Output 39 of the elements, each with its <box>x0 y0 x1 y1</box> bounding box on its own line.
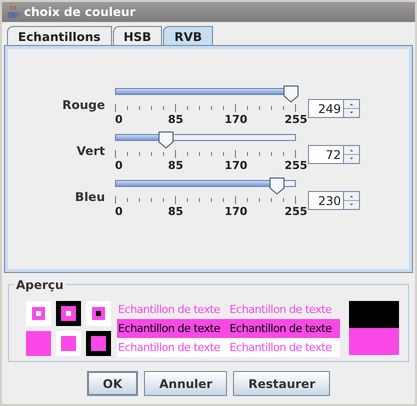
spinner[interactable] <box>344 145 360 164</box>
sample-text: Echantillon de texte <box>117 318 228 338</box>
tick-label: 255 <box>284 158 308 174</box>
tick-label: 170 <box>224 204 248 220</box>
tick-label: 0 <box>115 204 123 220</box>
dialog-button[interactable]: Restaurer <box>233 371 330 396</box>
channel-label: Vert <box>76 143 105 160</box>
tick-label: 85 <box>168 204 184 220</box>
slider-thumb[interactable] <box>158 131 174 149</box>
sample-text: Echantillon de texte <box>117 302 222 318</box>
tab[interactable]: Echantillons <box>7 26 112 46</box>
tick-label: 255 <box>284 204 308 220</box>
sample-text: Echantillon de texte <box>228 302 333 318</box>
spinner[interactable] <box>344 191 360 210</box>
slider-thumb[interactable] <box>269 177 286 195</box>
tick-label: 0 <box>115 112 123 128</box>
value-field[interactable]: 230 <box>308 191 344 210</box>
tab[interactable]: RVB <box>163 26 214 46</box>
tick-label: 85 <box>168 158 184 174</box>
tick-label: 255 <box>284 112 308 128</box>
slider-thumb[interactable] <box>282 85 299 103</box>
window-title: choix de couleur <box>24 4 136 21</box>
value-field[interactable]: 249 <box>308 99 344 118</box>
tick-label: 170 <box>224 158 248 174</box>
tick-label: 85 <box>168 112 184 128</box>
color-compare-drawing <box>349 301 399 355</box>
channel-label: Rouge <box>61 97 105 114</box>
sample-text: Echantillon de texte <box>228 338 340 356</box>
sample-text: Echantillon de texte <box>117 338 228 356</box>
sample-text: Echantillon de texte <box>228 318 340 338</box>
spinner[interactable] <box>344 99 360 118</box>
value-field[interactable]: 72 <box>308 145 344 164</box>
tick-label: 0 <box>115 158 123 174</box>
tab[interactable]: HSB <box>112 26 162 46</box>
dialog-button[interactable]: OK <box>86 371 138 396</box>
dialog-button[interactable]: Annuler <box>144 371 228 396</box>
channel-label: Bleu <box>74 189 105 206</box>
coffee-cup-icon <box>5 4 21 20</box>
tick-label: 170 <box>224 112 248 128</box>
